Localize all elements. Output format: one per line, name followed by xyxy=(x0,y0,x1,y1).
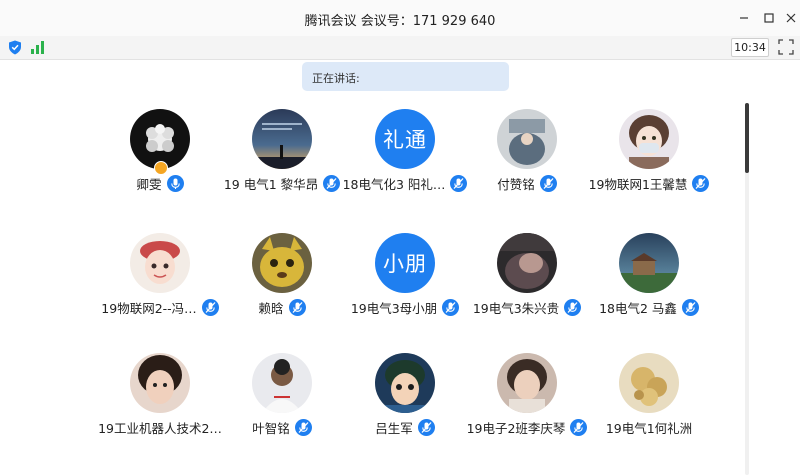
participant-tile[interactable]: 19物联网1王馨慧 xyxy=(584,109,714,209)
participant-tile[interactable]: 19工业机器人技术2… xyxy=(95,353,225,453)
avatar[interactable] xyxy=(497,109,557,169)
mic-on-icon[interactable] xyxy=(166,174,184,192)
participant-name: 吕生军 xyxy=(375,420,413,436)
participant-name: 19电气3朱兴贵 xyxy=(472,300,560,316)
mic-off-icon[interactable] xyxy=(692,174,710,192)
participant-tile[interactable]: 付赞铭 xyxy=(462,109,592,209)
participant-tile[interactable]: 小朋 19电气3母小朋 xyxy=(340,233,470,333)
participant-tile[interactable]: 叶智铭 xyxy=(217,353,347,453)
avatar[interactable] xyxy=(497,353,557,413)
participant-tile[interactable]: 19 电气1 黎华昂 xyxy=(217,109,347,209)
participant-name: 19电气3母小朋 xyxy=(350,300,438,316)
mic-off-icon[interactable] xyxy=(288,298,306,316)
avatar[interactable] xyxy=(375,353,435,413)
participant-tile[interactable]: 19电子2班李庆琴 xyxy=(462,353,592,453)
avatar[interactable] xyxy=(497,233,557,293)
participant-name: 19电子2班李庆琴 xyxy=(466,420,566,436)
participant-name: 19电气1何礼洲 xyxy=(605,420,693,436)
participant-tile[interactable]: 吕生军 xyxy=(340,353,470,453)
participant-tile[interactable]: 18电气2 马鑫 xyxy=(584,233,714,333)
avatar[interactable] xyxy=(130,233,190,293)
participant-tile[interactable]: 赖晗 xyxy=(217,233,347,333)
avatar[interactable] xyxy=(252,233,312,293)
participant-name: 付赞铭 xyxy=(497,176,535,192)
avatar[interactable] xyxy=(130,109,190,169)
avatar[interactable]: 小朋 xyxy=(375,233,435,293)
participant-name: 赖晗 xyxy=(258,300,284,316)
mic-off-icon[interactable] xyxy=(539,174,557,192)
participant-tile[interactable]: 卿雯 xyxy=(95,109,225,209)
avatar[interactable] xyxy=(619,233,679,293)
avatar[interactable] xyxy=(619,353,679,413)
participant-name: 卿雯 xyxy=(136,176,162,192)
participant-name: 19物联网2--冯… xyxy=(101,300,197,316)
participant-name: 19物联网1王馨慧 xyxy=(588,176,688,192)
participant-name: 18电气化3 阳礼… xyxy=(342,176,446,192)
participant-name: 19 电气1 黎华昂 xyxy=(223,176,319,192)
participant-name: 19工业机器人技术2… xyxy=(98,420,222,436)
participant-tile[interactable]: 19电气3朱兴贵 xyxy=(462,233,592,333)
avatar[interactable] xyxy=(252,353,312,413)
participant-name: 18电气2 马鑫 xyxy=(599,300,677,316)
avatar[interactable] xyxy=(130,353,190,413)
avatar[interactable]: 礼通 xyxy=(375,109,435,169)
mic-off-icon[interactable] xyxy=(681,298,699,316)
avatar[interactable] xyxy=(252,109,312,169)
avatar[interactable] xyxy=(619,109,679,169)
participant-grid: 卿雯 19 电气1 黎华昂 礼通 18电气化3 阳礼… 付赞铭 19物联网1王馨… xyxy=(0,0,800,475)
mic-off-icon[interactable] xyxy=(294,418,312,436)
participant-name: 叶智铭 xyxy=(252,420,290,436)
participant-tile[interactable]: 礼通 18电气化3 阳礼… xyxy=(340,109,470,209)
participant-tile[interactable]: 19电气1何礼洲 xyxy=(584,353,714,453)
participant-tile[interactable]: 19物联网2--冯… xyxy=(95,233,225,333)
mic-off-icon[interactable] xyxy=(417,418,435,436)
